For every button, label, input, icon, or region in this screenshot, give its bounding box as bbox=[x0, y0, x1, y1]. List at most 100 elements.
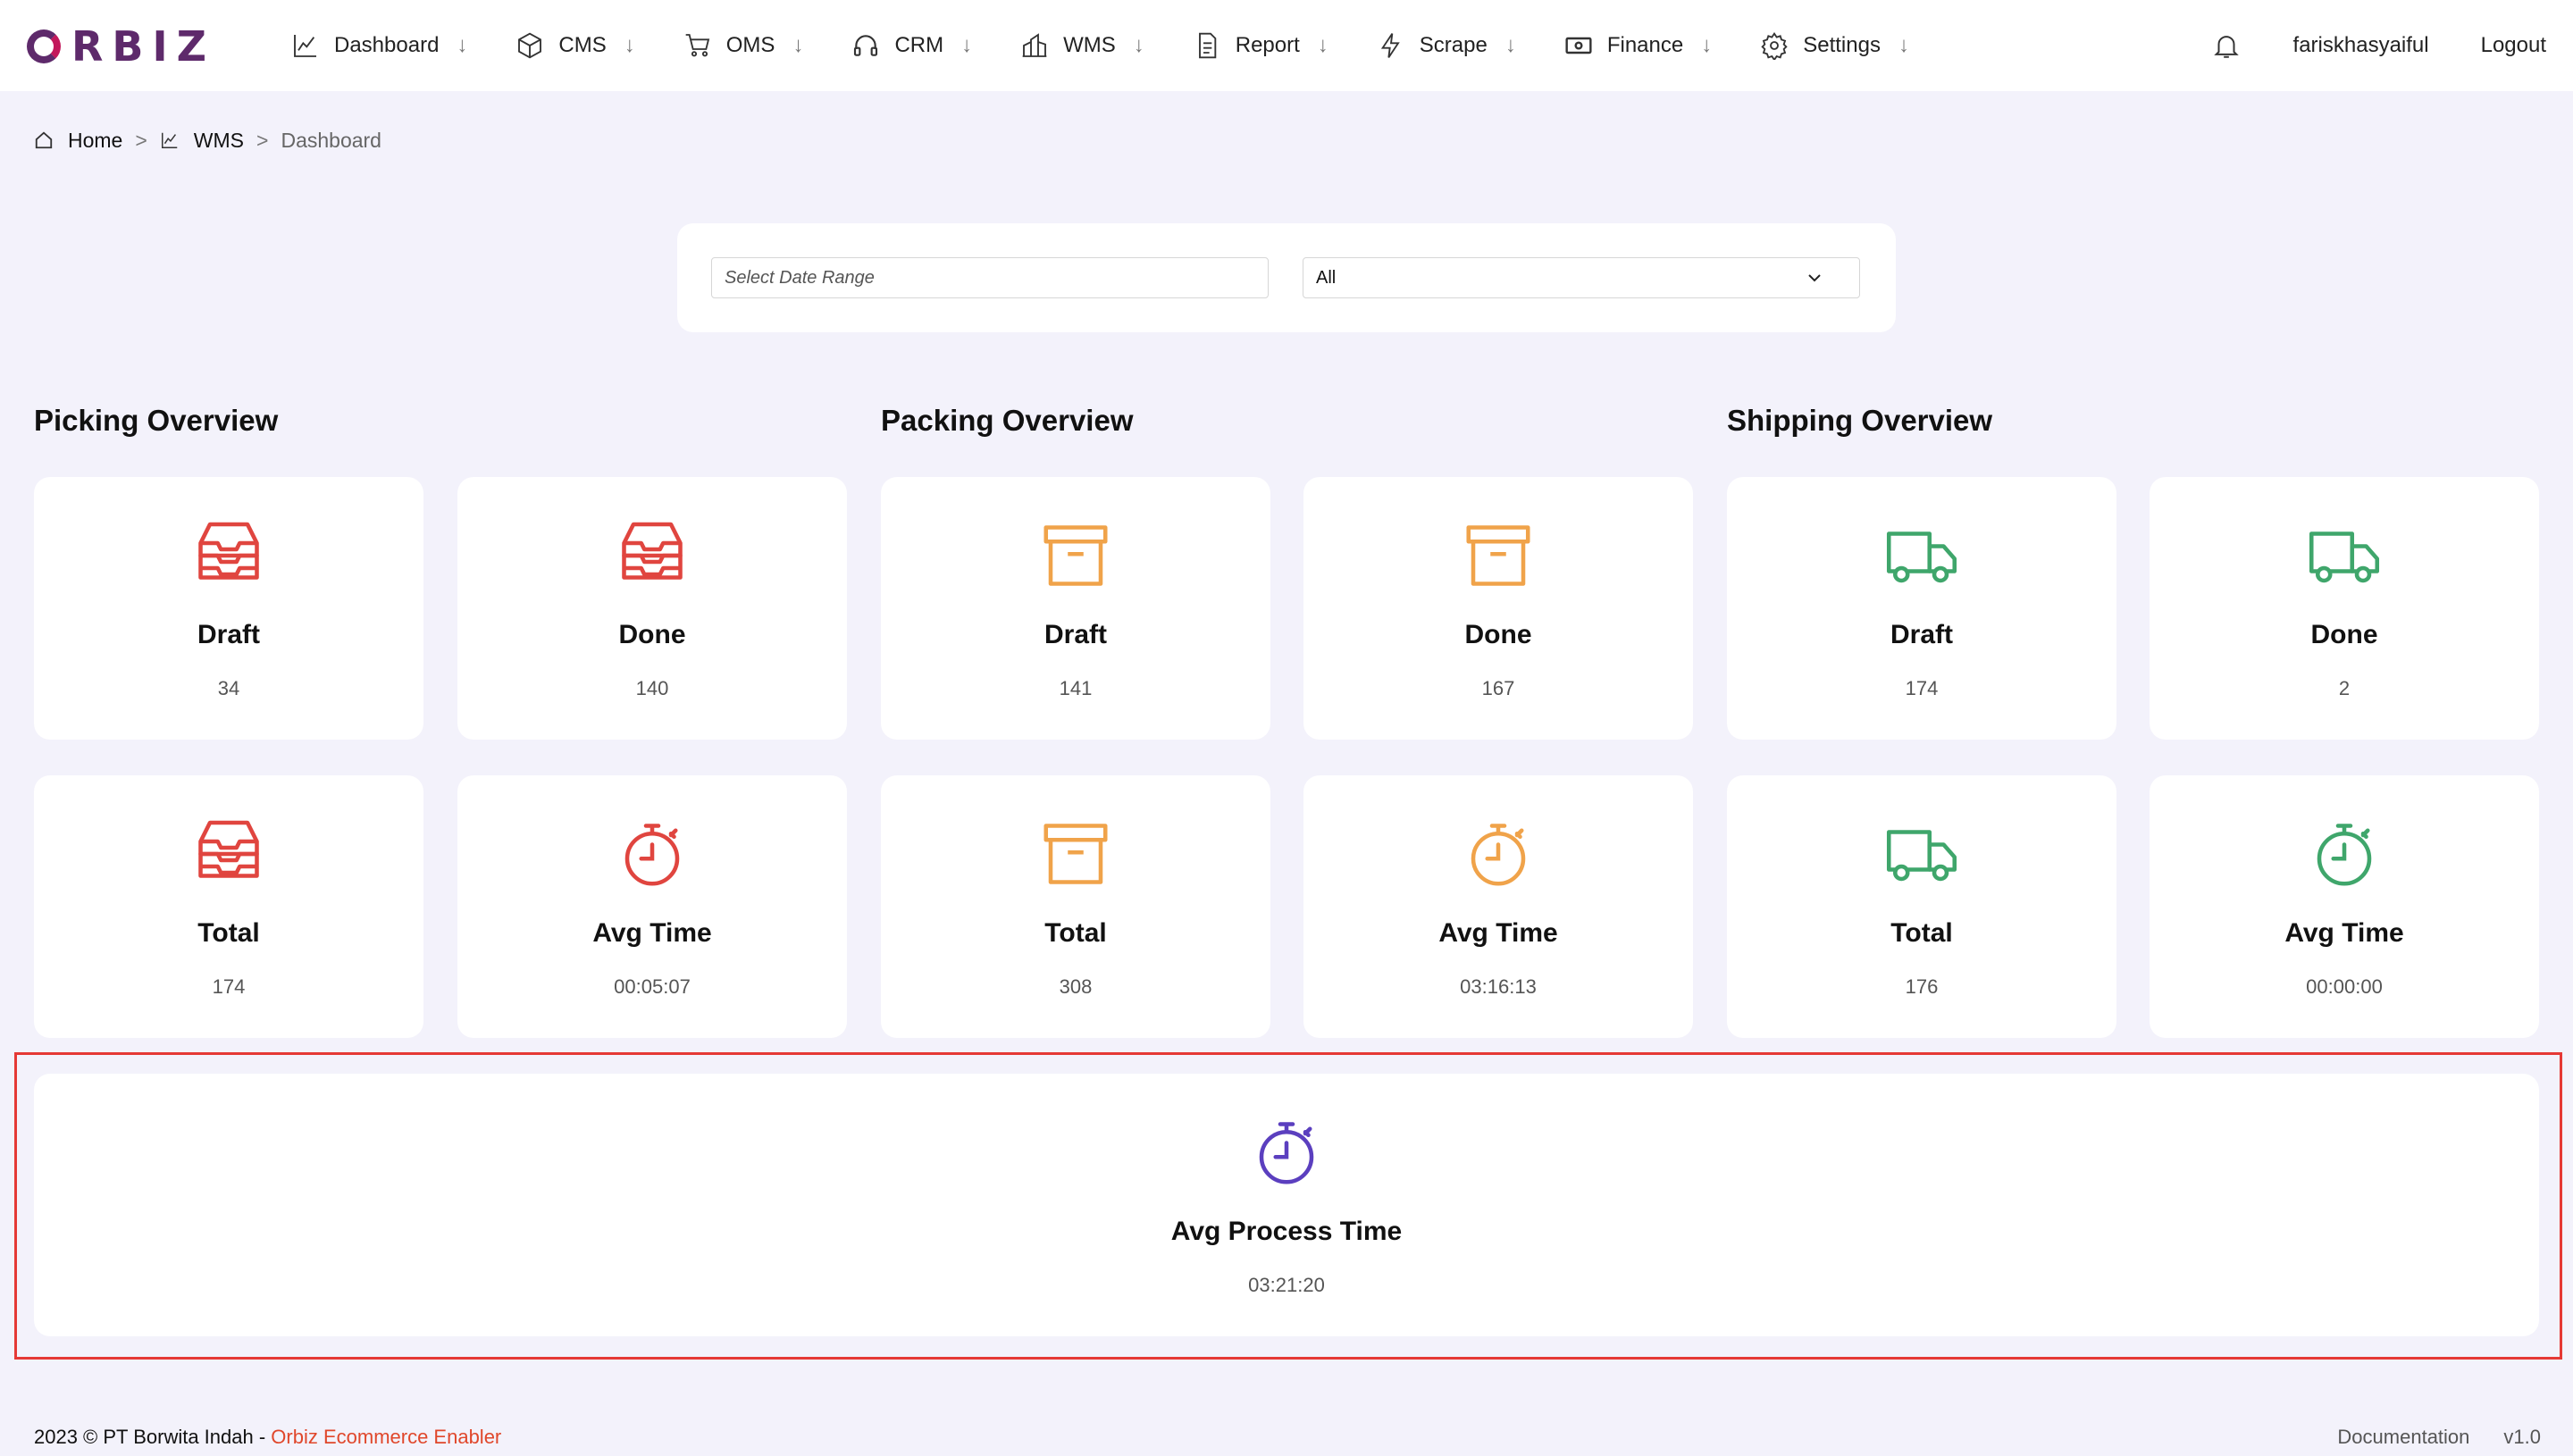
nav-crm[interactable]: CRM ↓ bbox=[851, 19, 972, 72]
filter-card: All bbox=[677, 223, 1896, 332]
card-value: 03:16:13 bbox=[1460, 975, 1537, 998]
cash-icon bbox=[1565, 37, 1592, 54]
logout-link[interactable]: Logout bbox=[2481, 33, 2546, 58]
breadcrumb-wms[interactable]: WMS bbox=[194, 129, 244, 153]
logo-ring-icon bbox=[27, 29, 61, 63]
arrow-down-icon: ↓ bbox=[457, 33, 468, 57]
card-label: Draft bbox=[1890, 620, 1953, 649]
headset-icon bbox=[854, 35, 878, 56]
card-value: 308 bbox=[1059, 975, 1093, 998]
bell-icon[interactable] bbox=[2211, 30, 2242, 61]
card-label: Avg Time bbox=[2284, 918, 2404, 948]
status-select[interactable]: All bbox=[1303, 257, 1860, 298]
logo-text: RBIZ bbox=[71, 22, 215, 71]
picking-avg-time-card[interactable]: Avg Time 00:05:07 bbox=[457, 775, 847, 1038]
truck-icon bbox=[1886, 531, 1957, 583]
footer-brand-link[interactable]: Orbiz Ecommerce Enabler bbox=[271, 1426, 501, 1448]
date-range-input[interactable] bbox=[711, 257, 1269, 298]
arrow-down-icon: ↓ bbox=[1317, 33, 1328, 57]
card-label: Done bbox=[2310, 620, 2378, 649]
card-label: Avg Time bbox=[592, 918, 712, 948]
nav-label: OMS bbox=[725, 33, 775, 57]
packing-avg-time-card[interactable]: Avg Time 03:16:13 bbox=[1303, 775, 1693, 1038]
card-label: Total bbox=[197, 918, 260, 948]
card-label: Done bbox=[618, 620, 686, 649]
picking-done-card[interactable]: Done 140 bbox=[457, 477, 847, 740]
chevron-down-icon bbox=[1808, 274, 1821, 282]
copyright-text: 2023 © PT Borwita Indah - bbox=[34, 1426, 272, 1448]
shipping-avg-time-card[interactable]: Avg Time 00:00:00 bbox=[2150, 775, 2539, 1038]
truck-icon bbox=[1886, 830, 1957, 882]
nav-label: Finance bbox=[1606, 33, 1684, 57]
card-label: Draft bbox=[197, 620, 260, 649]
status-select-value: All bbox=[1316, 267, 1337, 288]
card-label: Avg Process Time bbox=[1170, 1217, 1403, 1246]
breadcrumb-home[interactable]: Home bbox=[68, 129, 122, 153]
card-value: 2 bbox=[2338, 677, 2351, 699]
nav-dashboard[interactable]: Dashboard ↓ bbox=[291, 19, 467, 72]
documentation-link[interactable]: Documentation bbox=[2337, 1426, 2469, 1449]
shipping-total-card[interactable]: Total 176 bbox=[1727, 775, 2116, 1038]
breadcrumb-current: Dashboard bbox=[281, 128, 381, 152]
nav-label: Settings bbox=[1803, 33, 1881, 57]
card-value: 34 bbox=[217, 677, 240, 699]
archive-box-icon bbox=[1466, 525, 1530, 586]
arrow-down-icon: ↓ bbox=[1898, 33, 1909, 57]
top-navbar: RBIZ Dashboard ↓ CMS ↓ OMS ↓ CRM ↓ WMS ↓ bbox=[0, 0, 2573, 91]
nav-settings[interactable]: Settings ↓ bbox=[1760, 19, 1909, 72]
lightning-icon bbox=[1380, 33, 1400, 58]
version-label: v1.0 bbox=[2503, 1426, 2541, 1448]
footer-links: Documentation v1.0 bbox=[2337, 1426, 2541, 1449]
user-area: fariskhasyaiful Logout bbox=[2211, 0, 2546, 91]
shipping-overview-title: Shipping Overview bbox=[1727, 404, 1993, 437]
card-label: Draft bbox=[1043, 620, 1107, 649]
card-value: 00:05:07 bbox=[614, 975, 691, 998]
card-value: 176 bbox=[1905, 975, 1939, 998]
avg-process-time-card[interactable]: Avg Process Time 03:21:20 bbox=[34, 1074, 2539, 1336]
packing-done-card[interactable]: Done 167 bbox=[1303, 477, 1693, 740]
gear-icon bbox=[1761, 31, 1788, 60]
inbox-tray-icon bbox=[198, 522, 259, 580]
arrow-down-icon: ↓ bbox=[1504, 33, 1516, 57]
truck-icon bbox=[2309, 531, 2380, 583]
packing-draft-card[interactable]: Draft 141 bbox=[881, 477, 1270, 740]
archive-box-icon bbox=[1043, 525, 1108, 586]
document-icon bbox=[1198, 32, 1217, 59]
username[interactable]: fariskhasyaiful bbox=[2293, 33, 2429, 58]
picking-overview-title: Picking Overview bbox=[34, 404, 279, 437]
card-value: 174 bbox=[1905, 677, 1939, 699]
nav-report[interactable]: Report ↓ bbox=[1193, 19, 1328, 72]
nav-cms[interactable]: CMS ↓ bbox=[515, 19, 635, 72]
shipping-done-card[interactable]: Done 2 bbox=[2150, 477, 2539, 740]
chart-line-icon bbox=[161, 132, 178, 148]
footer-copyright: 2023 © PT Borwita Indah - Orbiz Ecommerc… bbox=[34, 1426, 501, 1449]
inbox-tray-icon bbox=[198, 820, 259, 878]
nav-label: Scrape bbox=[1419, 33, 1488, 57]
nav-label: CRM bbox=[894, 33, 944, 57]
orbiz-logo[interactable]: RBIZ bbox=[27, 21, 215, 71]
arrow-down-icon: ↓ bbox=[1701, 33, 1713, 57]
arrow-down-icon: ↓ bbox=[961, 33, 973, 57]
packing-total-card[interactable]: Total 308 bbox=[881, 775, 1270, 1038]
stopwatch-icon bbox=[2317, 824, 2372, 886]
box-icon bbox=[518, 32, 542, 59]
nav-label: Report bbox=[1235, 33, 1300, 57]
picking-draft-card[interactable]: Draft 34 bbox=[34, 477, 423, 740]
packing-overview-title: Packing Overview bbox=[881, 404, 1134, 437]
nav-label: Dashboard bbox=[334, 33, 440, 57]
stopwatch-icon bbox=[1471, 824, 1526, 886]
shipping-draft-card[interactable]: Draft 174 bbox=[1727, 477, 2116, 740]
nav-wms[interactable]: WMS ↓ bbox=[1020, 19, 1144, 72]
stopwatch-icon bbox=[624, 824, 680, 886]
nav-label: WMS bbox=[1063, 33, 1116, 57]
nav-finance[interactable]: Finance ↓ bbox=[1564, 19, 1712, 72]
picking-total-card[interactable]: Total 174 bbox=[34, 775, 423, 1038]
archive-box-icon bbox=[1043, 824, 1108, 884]
main-nav: Dashboard ↓ CMS ↓ OMS ↓ CRM ↓ WMS ↓ Repo… bbox=[291, 0, 1957, 91]
cart-icon bbox=[685, 34, 709, 57]
nav-oms[interactable]: OMS ↓ bbox=[683, 19, 803, 72]
nav-scrape[interactable]: Scrape ↓ bbox=[1377, 19, 1516, 72]
card-value: 167 bbox=[1481, 677, 1515, 699]
card-label: Total bbox=[1044, 918, 1107, 948]
arrow-down-icon: ↓ bbox=[624, 33, 635, 57]
